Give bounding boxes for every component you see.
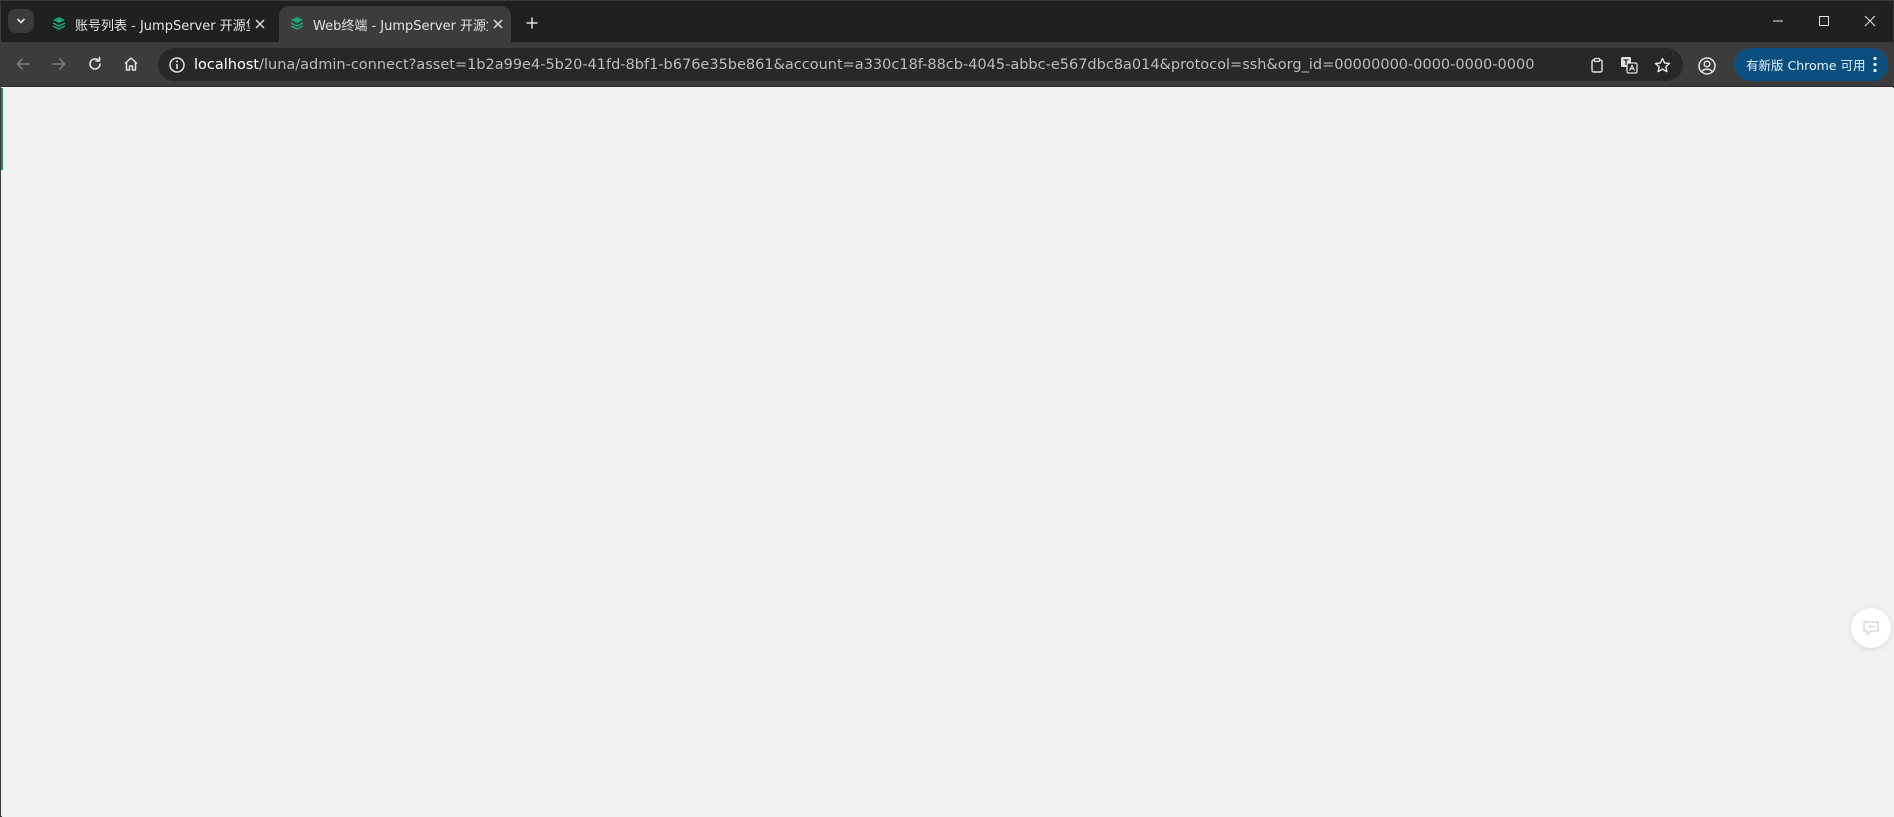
profile-icon[interactable] <box>1697 56 1717 76</box>
url-path: /luna/admin-connect?asset=1b2a99e4-5b20-… <box>259 56 1534 73</box>
tab-title: 账号列表 - JumpServer 开源堡垒机 <box>75 18 250 34</box>
clipboard-icon[interactable] <box>1587 55 1607 75</box>
maximize-button[interactable] <box>1801 1 1847 41</box>
close-icon[interactable] <box>250 14 270 34</box>
minimize-icon <box>1773 20 1783 22</box>
jumpserver-logo-icon <box>52 17 66 30</box>
back-button[interactable] <box>9 50 37 78</box>
tab-strip: 账号列表 - JumpServer 开源堡垒机 Web终端 - JumpServ… <box>1 1 1893 42</box>
close-icon <box>1864 15 1876 27</box>
more-vert-icon[interactable] <box>1872 56 1878 73</box>
new-tab-button[interactable] <box>520 11 544 35</box>
address-bar[interactable]: localhost/luna/admin-connect?asset=1b2a9… <box>158 48 1683 81</box>
arrow-left-icon <box>16 58 30 70</box>
tab-search-button[interactable] <box>8 9 34 33</box>
star-icon[interactable] <box>1652 55 1672 75</box>
chevron-down-icon <box>17 18 25 24</box>
tab-title: Web终端 - JumpServer 开源堡垒机 <box>313 18 488 34</box>
home-button[interactable] <box>117 50 145 78</box>
translate-icon[interactable] <box>1619 55 1639 75</box>
plus-icon <box>526 17 538 29</box>
close-window-button[interactable] <box>1847 1 1893 41</box>
jumpserver-logo-icon <box>290 17 304 30</box>
forward-button[interactable] <box>45 50 73 78</box>
tab-web-terminal[interactable]: Web终端 - JumpServer 开源堡垒机 <box>279 6 511 42</box>
update-label: 有新版 Chrome 可用 <box>1746 58 1866 73</box>
url-text[interactable]: localhost/luna/admin-connect?asset=1b2a9… <box>194 57 1534 73</box>
minimize-button[interactable] <box>1755 1 1801 41</box>
url-host: localhost <box>194 56 260 73</box>
floating-chat-button[interactable] <box>1851 608 1891 648</box>
chrome-update-button[interactable]: 有新版 Chrome 可用 <box>1734 48 1888 81</box>
reload-button[interactable] <box>81 50 109 78</box>
close-icon[interactable] <box>488 14 508 34</box>
page-edge-accent <box>1 88 3 170</box>
reload-icon <box>89 56 101 70</box>
site-info-icon[interactable] <box>168 56 186 74</box>
browser-window: 账号列表 - JumpServer 开源堡垒机 Web终端 - JumpServ… <box>0 0 1894 817</box>
home-icon <box>124 57 138 71</box>
maximize-icon <box>1819 16 1829 26</box>
browser-toolbar: localhost/luna/admin-connect?asset=1b2a9… <box>1 42 1893 87</box>
chat-icon <box>1863 621 1879 636</box>
page-content <box>2 88 1894 817</box>
arrow-right-icon <box>52 58 66 70</box>
tab-accounts[interactable]: 账号列表 - JumpServer 开源堡垒机 <box>41 6 273 42</box>
